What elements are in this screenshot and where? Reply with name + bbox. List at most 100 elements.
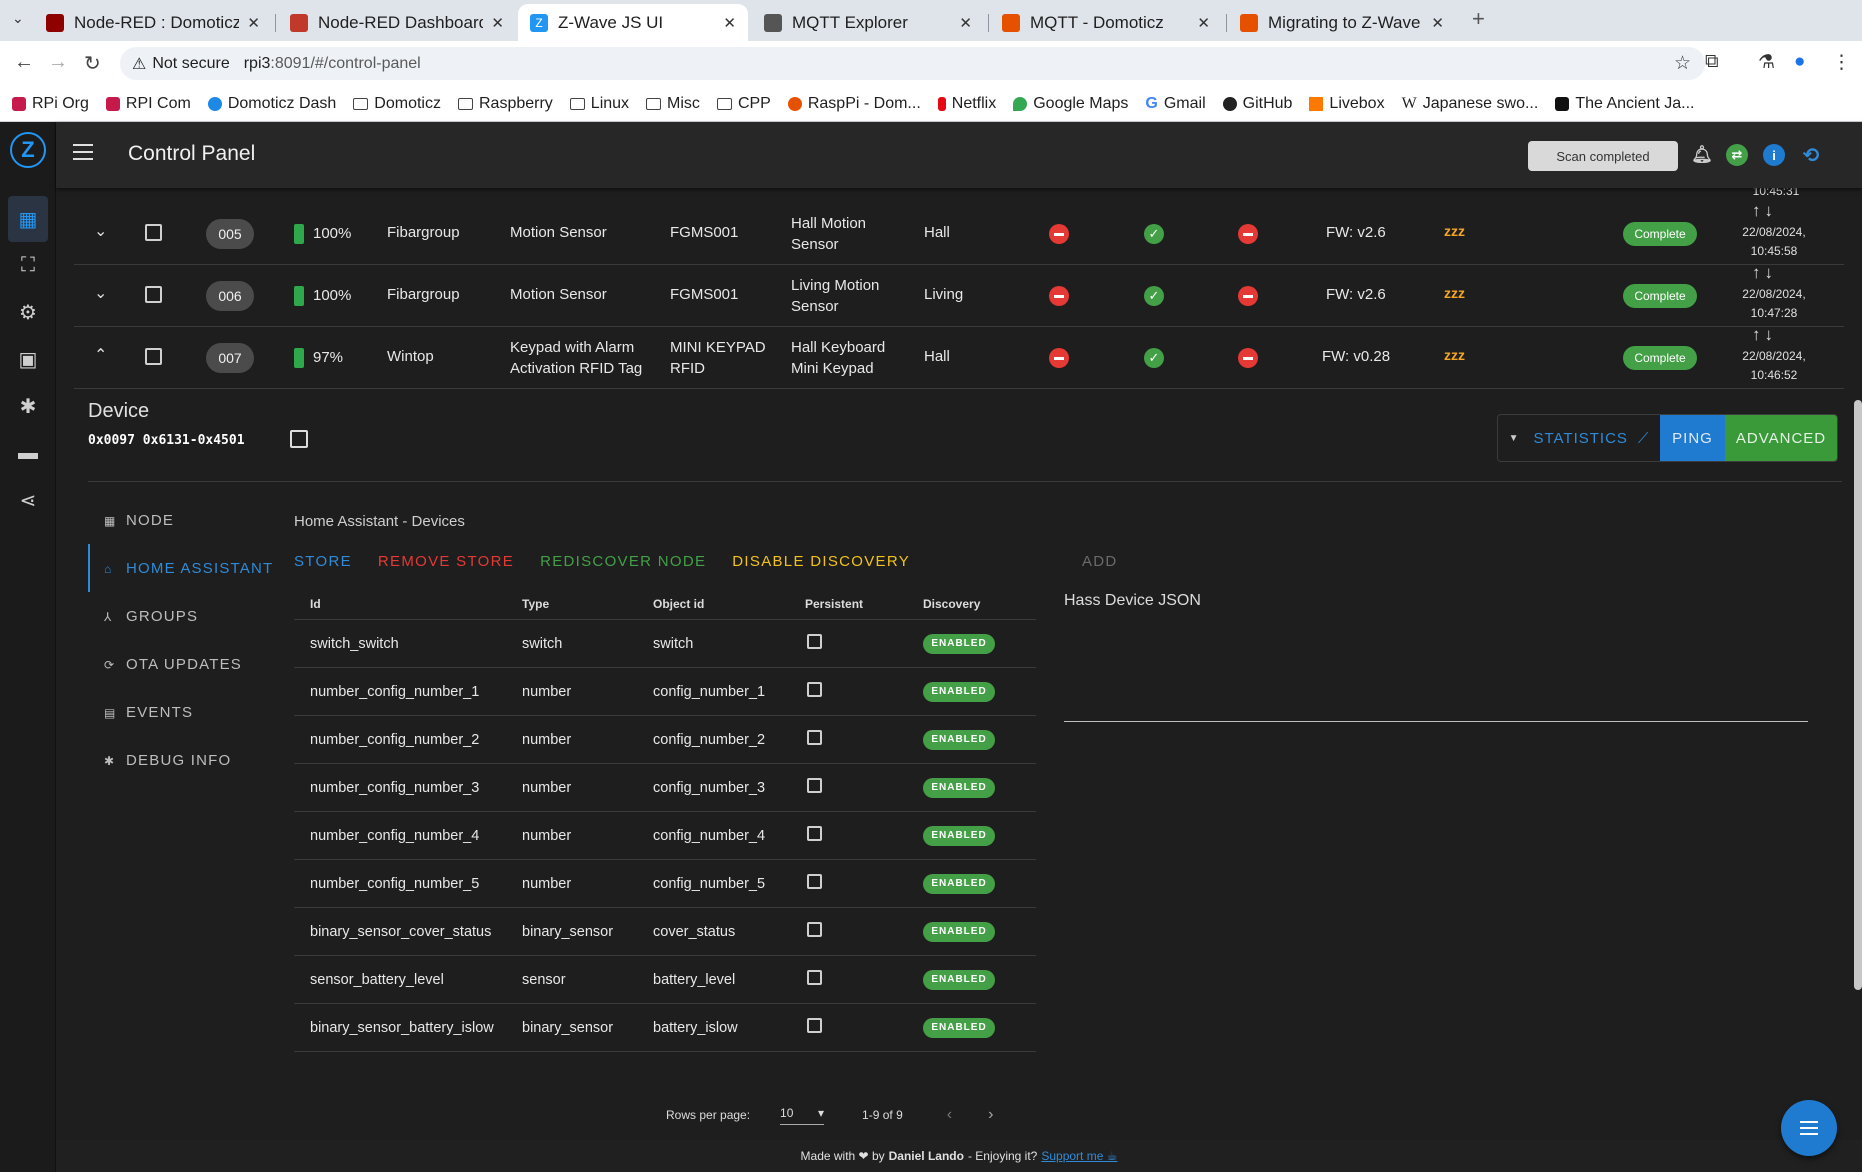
info-icon[interactable]: i [1763,144,1785,166]
settings-icon[interactable]: ⚙ [8,289,48,335]
tab-zwave-js-ui[interactable]: Z Z-Wave JS UI ✕ [518,4,748,41]
history-icon[interactable]: ⟲ [1800,144,1822,167]
back-icon[interactable]: ← [14,51,34,74]
table-row[interactable]: number_config_number_3 number config_numbe… [294,764,1036,812]
tab-node[interactable]: ▦ NODE [88,496,278,544]
collapse-chevron-icon[interactable]: ⌃ [94,345,107,365]
persistent-checkbox[interactable] [807,1018,822,1033]
bookmark-google-maps[interactable]: Google Maps [1013,95,1128,113]
persistent-checkbox[interactable] [807,826,822,841]
expand-chevron-icon[interactable]: ⌄ [94,221,107,241]
statistics-button[interactable]: ▼ STATISTICS ⟋ [1498,415,1660,461]
tab-node-red-dashboard[interactable]: Node-RED Dashboard ✕ [278,4,516,41]
dashboard-icon[interactable]: ▦ [8,196,48,242]
tab-events[interactable]: ▤ EVENTS [88,688,278,736]
profile-icon[interactable]: ● [1794,51,1805,73]
menu-kebab-icon[interactable]: ⋮ [1832,51,1851,74]
ping-button[interactable]: PING [1660,415,1725,461]
support-link[interactable]: Support me ☕ [1041,1149,1117,1163]
tab-migrating-zwave[interactable]: Migrating to Z-Wave JS ✕ [1228,4,1456,41]
persistent-checkbox[interactable] [807,634,822,649]
bell-icon[interactable]: 🔔︎ [1691,144,1713,166]
disable-discovery-button[interactable]: DISABLE DISCOVERY [732,553,910,570]
zwave-logo-icon[interactable]: Z [10,132,46,168]
table-row[interactable]: binary_sensor_battery_islow binary_sensor… [294,1004,1036,1052]
extensions-icon[interactable]: ⧉ [1705,51,1719,73]
table-row[interactable]: number_config_number_5 number config_numbe… [294,860,1036,908]
folder-icon[interactable]: ▬ [8,430,48,476]
bookmark-github[interactable]: GitHub [1222,95,1292,113]
close-tab-icon[interactable]: ✕ [1197,14,1210,32]
bookmark-ancient-ja[interactable]: The Ancient Ja... [1555,95,1695,113]
open-external-icon[interactable] [290,430,308,448]
advanced-button[interactable]: ADVANCED [1725,415,1837,461]
bookmark-folder-cpp[interactable]: CPP [716,95,771,113]
close-tab-icon[interactable]: ✕ [1431,14,1444,32]
qr-scan-icon[interactable]: ⛶ [8,242,48,288]
tab-mqtt-domoticz[interactable]: MQTT - Domoticz ✕ [990,4,1222,41]
hamburger-menu-icon[interactable] [73,144,93,160]
table-row[interactable]: number_config_number_2 number config_numbe… [294,716,1036,764]
bookmark-folder-domoticz[interactable]: Domoticz [353,95,441,113]
bookmark-netflix[interactable]: Netflix [937,95,996,113]
close-tab-icon[interactable]: ✕ [247,14,260,32]
page-scrollbar[interactable] [1854,400,1862,990]
remove-store-button[interactable]: REMOVE STORE [378,553,514,570]
close-tab-icon[interactable]: ✕ [959,14,972,32]
fab-menu-button[interactable] [1781,1100,1837,1156]
bookmark-rpi-org[interactable]: RPi Org [12,95,89,113]
tab-ota-updates[interactable]: ⟳ OTA UPDATES [88,640,278,688]
table-row[interactable]: binary_sensor_cover_status binary_sensor c… [294,908,1036,956]
scenes-icon[interactable]: ▣ [8,336,48,382]
persistent-checkbox[interactable] [807,970,822,985]
persistent-checkbox[interactable] [807,730,822,745]
persistent-checkbox[interactable] [807,682,822,697]
tab-node-red-domoticz[interactable]: Node-RED : Domoticz ✕ [34,4,272,41]
expand-chevron-icon[interactable]: ⌄ [94,283,107,303]
bookmark-folder-misc[interactable]: Misc [646,95,700,113]
node-row[interactable]: ⌄ 005 100% Fibargroup Motion Sensor FGMS… [74,201,1844,265]
bookmark-raspi-dom[interactable]: RaspPi - Dom... [787,95,921,113]
bookmark-rpi-com[interactable]: RPI Com [105,95,191,113]
table-row[interactable]: switch_switch switch switch ENABLED [294,620,1036,668]
persistent-checkbox[interactable] [807,778,822,793]
tab-search-icon[interactable]: ⌄ [12,10,24,27]
tab-debug-info[interactable]: ✱ DEBUG INFO [88,736,278,784]
sync-icon[interactable]: ⇄ [1726,144,1748,166]
bookmark-star-icon[interactable]: ☆ [1674,52,1691,75]
bookmark-folder-linux[interactable]: Linux [569,95,629,113]
tab-groups[interactable]: ⅄ GROUPS [88,592,278,640]
labs-icon[interactable]: ⚗ [1758,51,1775,74]
row-checkbox[interactable] [145,348,162,365]
omnibox[interactable]: ⚠ Not secure rpi3:8091/#/control-panel ☆ [120,47,1705,80]
bookmark-livebox[interactable]: Livebox [1309,95,1385,113]
share-icon[interactable]: ⋖ [8,477,48,523]
table-row[interactable]: number_config_number_1 number config_numbe… [294,668,1036,716]
bookmark-folder-raspberry[interactable]: Raspberry [457,95,553,113]
tab-home-assistant[interactable]: ⌂ HOME ASSISTANT [88,544,278,592]
table-row[interactable]: number_config_number_4 number config_numbe… [294,812,1036,860]
new-tab-icon[interactable]: + [1472,6,1485,32]
forward-icon[interactable]: → [48,51,68,74]
store-button[interactable]: STORE [294,553,352,570]
persistent-checkbox[interactable] [807,874,822,889]
reload-icon[interactable]: ↻ [84,51,101,76]
not-secure-chip[interactable]: ⚠ Not secure [132,54,244,74]
close-tab-icon[interactable]: ✕ [723,14,736,32]
row-checkbox[interactable] [145,286,162,303]
table-row[interactable]: sensor_battery_level sensor battery_level E… [294,956,1036,1004]
node-row-expanded[interactable]: ⌃ 007 97% Wintop Keypad with Alarm Activa… [74,325,1844,389]
hass-json-textarea[interactable] [1064,721,1808,722]
bookmark-japanese-swords[interactable]: W Japanese swo... [1402,95,1539,113]
row-checkbox[interactable] [145,224,162,241]
prev-page-icon[interactable]: ‹ [947,1106,952,1124]
next-page-icon[interactable]: › [988,1106,993,1124]
bookmark-domoticz-dash[interactable]: Domoticz Dash [207,95,336,113]
add-button[interactable]: ADD [1082,553,1118,570]
close-tab-icon[interactable]: ✕ [491,14,504,32]
debug-icon[interactable]: ✱ [8,383,48,429]
rows-per-page-select[interactable]: 10 ▾ [780,1106,825,1125]
node-row[interactable]: ⌄ 006 100% Fibargroup Motion Sensor FGMS… [74,263,1844,327]
persistent-checkbox[interactable] [807,922,822,937]
rediscover-node-button[interactable]: REDISCOVER NODE [540,553,706,570]
